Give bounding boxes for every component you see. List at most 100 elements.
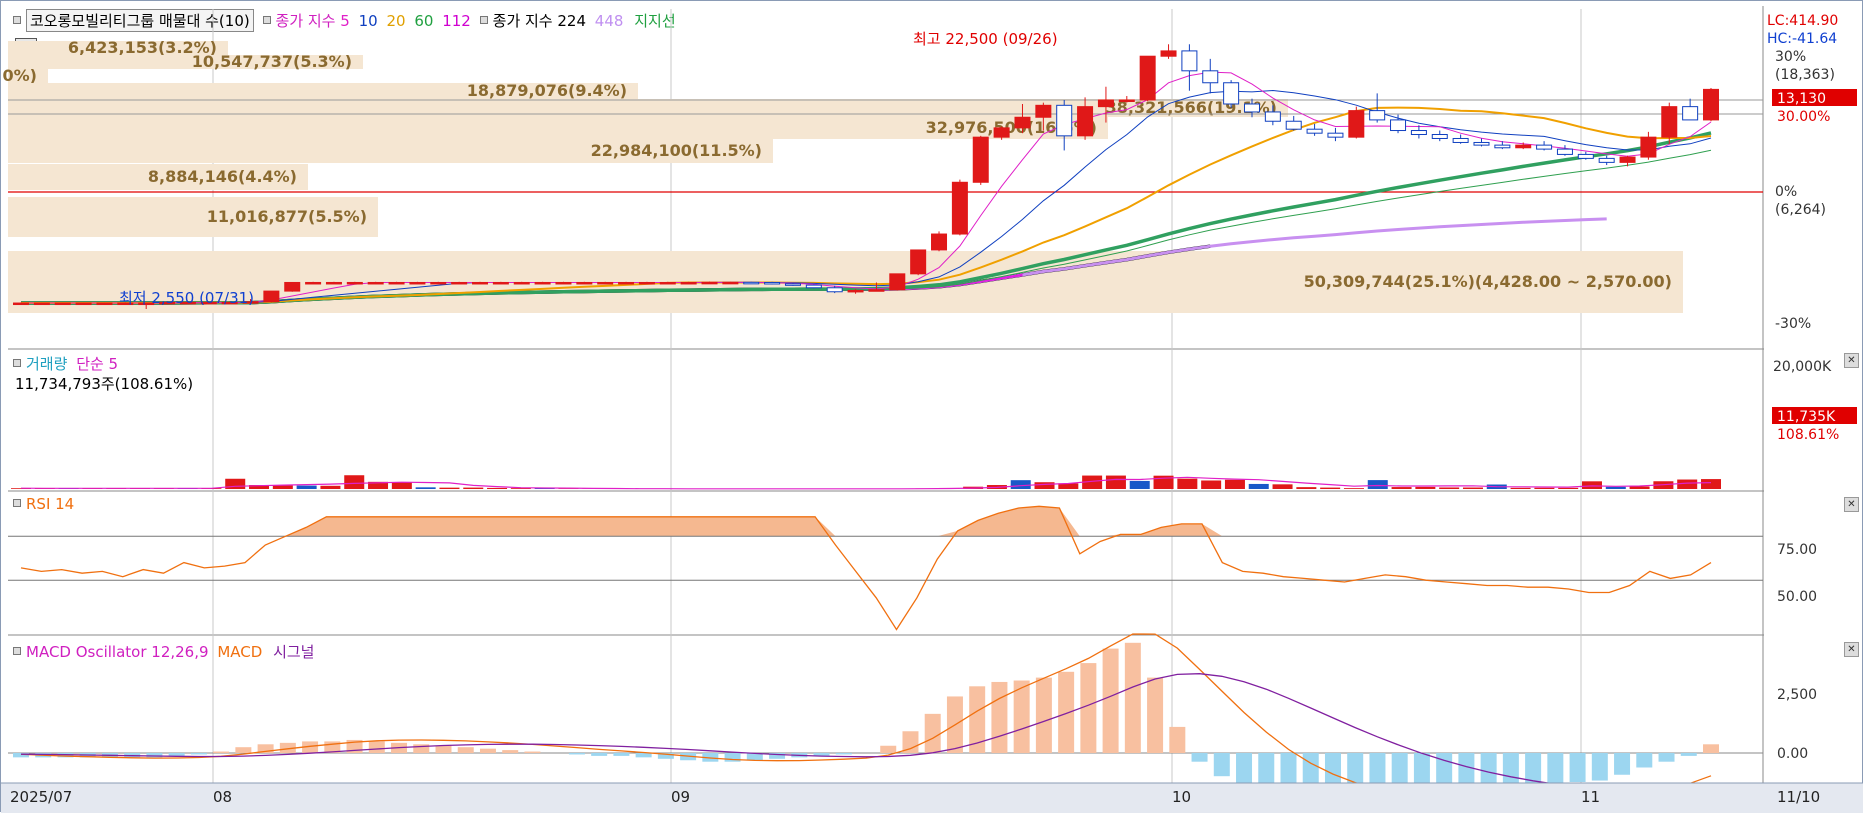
candle-body (890, 274, 905, 290)
volume-bar (273, 486, 293, 489)
volume-bar (463, 488, 483, 489)
candle-body (76, 303, 91, 305)
candle-body (473, 282, 488, 284)
volume-bar (1225, 480, 1245, 489)
volume-bar (416, 487, 436, 489)
macd-osc-bar (836, 753, 852, 754)
volume-bar (1677, 480, 1697, 489)
macd-osc-bar (213, 752, 229, 753)
macd-osc-bar (235, 747, 251, 753)
volume-bar (344, 475, 364, 489)
candle-body (493, 282, 508, 284)
macd-plot (8, 634, 1763, 804)
volume-bar (1415, 487, 1435, 489)
volume-bar (487, 488, 507, 489)
volume-profile-label: 22,984,100(11.5%) (591, 141, 762, 160)
candle-body (639, 282, 654, 284)
x-label-oct: 10 (1172, 788, 1191, 806)
x-label-sep: 09 (671, 788, 690, 806)
candle-body (347, 282, 362, 284)
volume-bar (1463, 488, 1483, 489)
volume-profile-label: 0(0.0%) (1, 66, 37, 85)
candle-body (1307, 129, 1322, 133)
macd-osc-bar (1614, 753, 1630, 775)
candle-body (1098, 100, 1113, 107)
lc-label: LC:414.90 (1767, 13, 1838, 29)
volume-bars (11, 475, 1721, 489)
macd-osc-bar (1503, 753, 1519, 786)
volume-bar (1177, 479, 1197, 489)
x-label-nov: 11 (1581, 788, 1600, 806)
volume-bar (1296, 487, 1316, 489)
chart-svg[interactable]: 6,423,153(3.2%)10,547,737(5.3%)0(0.0%)18… (1, 1, 1863, 813)
candle-body (1495, 145, 1510, 148)
rsi-axis-50: 50.00 (1777, 589, 1817, 605)
rsi-overbought-area (21, 506, 1711, 536)
macd-osc-bar (480, 749, 496, 753)
volume-profile-label: 18,879,076(9.4%) (467, 81, 627, 100)
macd-osc-bar (524, 752, 540, 753)
macd-osc-bar (725, 753, 741, 762)
candle-body (514, 282, 529, 284)
candle-body (1432, 135, 1447, 139)
candle-body (932, 234, 947, 250)
volume-profile-label: 11,016,877(5.5%) (207, 207, 367, 226)
candle-body (1203, 71, 1218, 83)
candle-body (556, 282, 571, 284)
candle-body (973, 137, 988, 182)
candle-body (452, 282, 467, 284)
volume-bar (1582, 481, 1602, 489)
x-label-end: 11/10 (1777, 788, 1820, 806)
candle-body (1453, 138, 1468, 142)
candle-body (994, 128, 1009, 137)
macd-osc-bar (1570, 753, 1586, 782)
candle-body (285, 282, 300, 291)
candle-body (1286, 121, 1301, 129)
candle-body (723, 282, 738, 284)
x-label-jul: 2025/07 (10, 788, 72, 806)
candle-body (848, 290, 863, 292)
rsi-line (21, 506, 1711, 629)
volume-bar (320, 486, 340, 489)
macd-osc-bar (1681, 753, 1697, 756)
candle-body (1537, 145, 1552, 149)
candle-body (1516, 145, 1531, 148)
vol-axis-max: 20,000K (1773, 359, 1832, 375)
axis-pct30-sub: (18,363) (1775, 67, 1835, 83)
volume-profile-label: 8,884,146(4.4%) (148, 167, 297, 186)
macd-osc-bar (1592, 753, 1608, 781)
candle-body (1662, 107, 1677, 138)
axis-zero-sub: (6,264) (1775, 202, 1826, 218)
signal-line (21, 674, 1711, 791)
candle-body (681, 282, 696, 284)
macd-osc-bar (436, 746, 452, 753)
volume-bar (1273, 484, 1293, 489)
macd-osc-bar (1636, 753, 1652, 768)
macd-axis-2500: 2,500 (1777, 687, 1817, 703)
candle-body (34, 303, 49, 305)
high-annotation: 최고 22,500 (09/26) (913, 30, 1058, 48)
candle-body (785, 284, 800, 286)
macd-osc-bar (1169, 727, 1185, 753)
candle-body (806, 285, 821, 288)
candle-body (827, 288, 842, 292)
macd-osc-bar (1058, 672, 1074, 753)
macd-osc-bar (1547, 753, 1563, 783)
candle-body (1057, 105, 1072, 136)
macd-osc-bar (502, 750, 518, 753)
volume-bar (1701, 479, 1721, 489)
macd-osc-bar (636, 753, 652, 757)
rsi-plot (8, 506, 1763, 629)
volume-bar (1511, 488, 1531, 489)
candle-body (1683, 107, 1698, 120)
volume-bar (1392, 487, 1412, 489)
macd-osc-bar (925, 714, 941, 753)
low-annotation: 최저 2,550 (07/31) (119, 289, 254, 307)
candle-body (1265, 112, 1280, 121)
volume-bar (439, 488, 459, 489)
macd-osc-bar (1080, 663, 1096, 753)
volume-bar (1011, 480, 1031, 489)
macd-osc-bar (191, 753, 207, 754)
candle-body (1078, 107, 1093, 136)
axis-minus30: -30% (1775, 316, 1811, 332)
